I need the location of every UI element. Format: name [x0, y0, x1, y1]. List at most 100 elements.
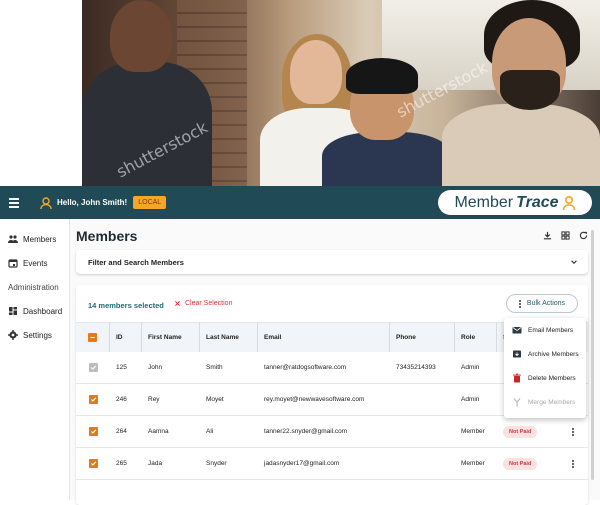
email-icon — [512, 325, 522, 335]
column-header-phone[interactable]: Phone — [390, 322, 455, 353]
sidebar-item-label: Settings — [23, 330, 52, 340]
person-1-head — [110, 0, 172, 72]
cell-phone — [390, 384, 455, 416]
cell-last-name: Snyder — [206, 460, 227, 467]
gear-icon — [8, 330, 18, 340]
cell-email: tanner22.snyder@gmail.com — [264, 428, 348, 435]
sidebar-item-label: Members — [23, 234, 57, 244]
page-title: Members — [76, 228, 138, 244]
person-4 — [442, 104, 600, 186]
archive-icon — [512, 349, 522, 359]
menu-item-label: Archive Members — [528, 350, 579, 358]
table-row[interactable]: 264 Aamna Ali tanner22.snyder@gmail.com … — [76, 416, 588, 448]
cell-email: tanner@ratdogsoftware.com — [264, 364, 347, 371]
bulk-actions-button[interactable]: Bulk Actions — [506, 294, 578, 313]
menu-item-email-members[interactable]: Email Members — [504, 318, 586, 342]
person-4-beard — [500, 70, 560, 110]
calendar-icon — [8, 258, 18, 268]
row-actions-icon[interactable] — [572, 427, 574, 436]
column-header-last-name[interactable]: Last Name — [200, 322, 258, 353]
row-checkbox — [88, 363, 98, 372]
cell-last-name: Ali — [206, 428, 214, 435]
sidebar-item-label: Events — [23, 258, 48, 268]
brand-name-part2: Trace — [516, 193, 559, 211]
bulk-actions-label: Bulk Actions — [526, 300, 566, 307]
row-actions-icon[interactable] — [572, 459, 574, 468]
sidebar-item-members[interactable]: Members — [0, 227, 69, 251]
download-icon[interactable] — [543, 231, 552, 240]
cell-phone — [390, 416, 455, 448]
chevron-down-icon — [571, 260, 577, 264]
trash-icon — [512, 373, 522, 383]
select-all-checkbox[interactable] — [88, 333, 97, 342]
cell-id: 125 — [116, 364, 127, 371]
page-scrollbar[interactable] — [591, 230, 594, 480]
cell-first-name: Rey — [148, 396, 160, 403]
filter-panel-label: Filter and Search Members — [88, 257, 184, 267]
brand-person-icon — [562, 195, 575, 210]
environment-badge: LOCAL — [133, 196, 167, 209]
sidebar-section-admin: Administration — [8, 282, 59, 292]
selected-count: 14 members selected — [88, 301, 164, 310]
cell-phone — [390, 448, 455, 480]
cell-last-name: Moyet — [206, 396, 224, 403]
close-icon — [175, 301, 180, 306]
cell-role: Admin — [461, 364, 480, 371]
table-row[interactable]: 265 Jada Snyder jadasnyder17@gmail.com M… — [76, 448, 588, 480]
person-2-head — [290, 40, 342, 104]
cell-id: 246 — [116, 396, 127, 403]
menu-item-merge-members: Merge Members — [504, 390, 586, 414]
menu-item-label: Email Members — [528, 326, 574, 334]
column-header-id[interactable]: ID — [110, 322, 142, 353]
sidebar-item-label: Dashboard — [23, 306, 63, 316]
column-header-first-name[interactable]: First Name — [142, 322, 200, 353]
user-icon — [39, 196, 53, 210]
menu-item-label: Merge Members — [528, 398, 576, 406]
people-icon — [8, 234, 18, 244]
menu-item-label: Delete Members — [528, 374, 576, 382]
cell-first-name: Aamna — [148, 428, 169, 435]
greeting-text: Hello, John Smith! — [57, 198, 128, 207]
cell-phone: 73435214393 — [396, 364, 436, 371]
toolbar — [543, 231, 588, 240]
grid-view-icon[interactable] — [561, 231, 570, 240]
clear-selection-button[interactable]: Clear Selection — [174, 300, 232, 307]
cell-first-name: Jada — [148, 460, 163, 467]
menu-icon[interactable] — [9, 197, 27, 208]
dashboard-icon — [8, 306, 18, 316]
sidebar: Members Events Administration Dashboard … — [0, 219, 70, 500]
cell-id: 264 — [116, 428, 127, 435]
cell-id: 265 — [116, 460, 127, 467]
merge-icon — [512, 397, 522, 407]
refresh-icon[interactable] — [579, 231, 588, 240]
brand-logo[interactable]: Member Trace — [438, 190, 592, 215]
status-badge: Not Paid — [503, 457, 538, 470]
cell-role: Admin — [461, 396, 480, 403]
bulk-actions-menu: Email Members Archive Members Delete Mem… — [504, 318, 586, 418]
clear-selection-label: Clear Selection — [185, 300, 233, 307]
sidebar-item-settings[interactable]: Settings — [0, 323, 69, 347]
person-3-hair — [346, 58, 418, 94]
sidebar-item-dashboard[interactable]: Dashboard — [0, 299, 69, 323]
brand-name-part1: Member — [454, 193, 514, 211]
cell-last-name: Smith — [206, 364, 223, 371]
hero-photo: shutterstock shutterstock — [82, 0, 600, 186]
top-bar: Hello, John Smith! LOCAL Member Trace — [0, 186, 600, 219]
column-header-email[interactable]: Email — [258, 322, 390, 353]
cell-email: rey.moyet@newwavesoftware.com — [264, 396, 365, 403]
filter-search-panel[interactable]: Filter and Search Members — [76, 250, 588, 274]
cell-email: jadasnyder17@gmail.com — [264, 460, 340, 467]
cell-role: Member — [461, 460, 485, 467]
person-3 — [322, 132, 452, 186]
menu-item-delete-members[interactable]: Delete Members — [504, 366, 586, 390]
menu-item-archive-members[interactable]: Archive Members — [504, 342, 586, 366]
row-checkbox[interactable] — [88, 427, 98, 436]
column-header-role[interactable]: Role — [455, 322, 497, 353]
status-badge: Not Paid — [503, 425, 538, 438]
sidebar-item-events[interactable]: Events — [0, 251, 69, 275]
row-checkbox[interactable] — [88, 459, 98, 468]
cell-role: Member — [461, 428, 485, 435]
row-checkbox[interactable] — [88, 395, 98, 404]
kebab-icon — [518, 299, 521, 308]
cell-first-name: John — [148, 364, 163, 371]
